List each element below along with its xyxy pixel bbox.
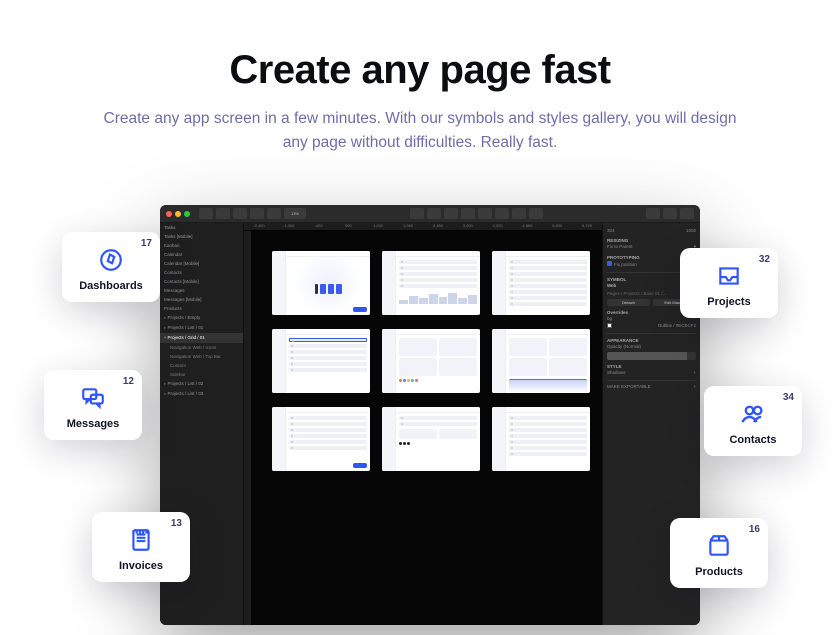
- artboard[interactable]: Projects / List / 01: [382, 251, 480, 315]
- symbol-name[interactable]: Web: [607, 283, 616, 289]
- layer-item[interactable]: Tasks [Mobile]: [160, 232, 243, 241]
- count-badge: 17: [141, 238, 152, 249]
- layer-item[interactable]: Messages: [160, 286, 243, 295]
- fix-position-label: Fix position: [614, 262, 637, 267]
- invoice-icon: [127, 526, 155, 554]
- artboard[interactable]: Projects / Details / Files: [492, 251, 590, 315]
- artboard[interactable]: Projects / Grid / 01: [382, 329, 480, 393]
- layer-item[interactable]: Messages [Mobile]: [160, 295, 243, 304]
- toolbar-button[interactable]: [512, 208, 526, 219]
- section-export[interactable]: MAKE EXPORTABLE: [607, 384, 651, 389]
- play-icon[interactable]: [646, 208, 660, 219]
- symbol-path: Pages / Projects / Base 01 /...: [607, 291, 666, 296]
- cloud-icon[interactable]: [663, 208, 677, 219]
- card-label: Projects: [690, 296, 768, 308]
- users-icon: [739, 400, 767, 428]
- dim-w: 1002: [686, 228, 696, 233]
- card-label: Contacts: [714, 434, 792, 446]
- layer-group[interactable]: Projects / List / 02: [160, 379, 243, 389]
- layer-item[interactable]: Calendar: [160, 250, 243, 259]
- add-icon[interactable]: +: [693, 384, 696, 389]
- toolbar-button[interactable]: [444, 208, 458, 219]
- layer-group[interactable]: Projects / List / 01: [160, 323, 243, 333]
- opacity-slider[interactable]: [607, 352, 696, 360]
- override-value[interactable]: Outline / #ECECF2: [658, 323, 696, 328]
- dim-x: 324: [607, 228, 615, 233]
- toolbar-button[interactable]: [250, 208, 264, 219]
- share-icon[interactable]: [680, 208, 694, 219]
- editor-canvas[interactable]: -2,400-1,400 -420500 1,0401,960 2,4803,4…: [244, 223, 602, 625]
- card-label: Products: [680, 566, 758, 578]
- add-icon[interactable]: +: [693, 370, 696, 375]
- layer-item[interactable]: Contacts [Mobile]: [160, 277, 243, 286]
- artboard[interactable]: Projects / List / 02: [272, 329, 370, 393]
- layer-item[interactable]: Calendar [Mobile]: [160, 259, 243, 268]
- feature-card-dashboards[interactable]: 17 Dashboards: [62, 232, 160, 302]
- feature-card-products[interactable]: 16 Products: [670, 518, 768, 588]
- override-label: bg: [607, 316, 612, 321]
- feature-card-contacts[interactable]: 34 Contacts: [704, 386, 802, 456]
- editor-toolbar: 13%: [160, 205, 700, 223]
- resize-mode[interactable]: Fix to Parent: [607, 244, 633, 250]
- count-badge: 13: [171, 518, 182, 529]
- count-badge: 32: [759, 254, 770, 265]
- artboard[interactable]: Projects / Details / Tasks: [272, 407, 370, 471]
- feature-card-projects[interactable]: 32 Projects: [680, 248, 778, 318]
- toolbar-button[interactable]: [495, 208, 509, 219]
- layer-child[interactable]: Navigation Web / Top Bar: [160, 352, 243, 361]
- feature-card-invoices[interactable]: 13 Invoices: [92, 512, 190, 582]
- ruler-horizontal: -2,400-1,400 -420500 1,0401,960 2,4803,4…: [244, 223, 602, 231]
- checkbox-icon[interactable]: [607, 261, 612, 266]
- toolbar-button[interactable]: [478, 208, 492, 219]
- feature-card-messages[interactable]: 12 Messages: [44, 370, 142, 440]
- layer-child[interactable]: Sidebar: [160, 370, 243, 379]
- count-badge: 12: [123, 376, 134, 387]
- toolbar-button[interactable]: [233, 208, 247, 219]
- page-subtitle: Create any app screen in a few minutes. …: [100, 107, 740, 155]
- count-badge: 34: [783, 392, 794, 403]
- layer-item[interactable]: Contacts: [160, 268, 243, 277]
- ruler-vertical: [244, 231, 252, 625]
- artboard[interactable]: Projects / Grid / 02: [492, 329, 590, 393]
- artboard[interactable]: Projects / Empty: [272, 251, 370, 315]
- toolbar-button[interactable]: [216, 208, 230, 219]
- zoom-indicator[interactable]: 13%: [284, 208, 306, 219]
- card-label: Dashboards: [72, 280, 150, 292]
- toolbar-button[interactable]: [410, 208, 424, 219]
- close-icon[interactable]: [166, 211, 172, 217]
- maximize-icon[interactable]: [184, 211, 190, 217]
- layer-item[interactable]: Tasks: [160, 223, 243, 232]
- layer-group[interactable]: Projects / Empty: [160, 313, 243, 323]
- artboard[interactable]: Projects / Details / Details: [382, 407, 480, 471]
- layer-item[interactable]: Products: [160, 304, 243, 313]
- inbox-icon: [715, 262, 743, 290]
- toolbar-button[interactable]: [267, 208, 281, 219]
- artboard[interactable]: Projects / Details / Activity: [492, 407, 590, 471]
- opacity-label: Opacity (Normal): [607, 344, 641, 349]
- window-controls[interactable]: [166, 211, 190, 217]
- detach-button[interactable]: Detach: [607, 299, 650, 306]
- toolbar-button[interactable]: [199, 208, 213, 219]
- layer-group-active[interactable]: Projects / Grid / 01: [160, 333, 243, 343]
- page-title: Create any page fast: [0, 48, 840, 93]
- toolbar-button[interactable]: [461, 208, 475, 219]
- layer-group[interactable]: Projects / List / 03: [160, 389, 243, 399]
- card-label: Messages: [54, 418, 132, 430]
- chat-icon: [79, 384, 107, 412]
- minimize-icon[interactable]: [175, 211, 181, 217]
- design-editor-window: 13% Tasks Tasks [Mobile] Kanban Calendar…: [160, 205, 700, 625]
- layer-child[interactable]: Content: [160, 361, 243, 370]
- toolbar-button[interactable]: [529, 208, 543, 219]
- package-icon: [705, 532, 733, 560]
- shadows-label[interactable]: Shadows: [607, 370, 626, 375]
- card-label: Invoices: [102, 560, 180, 572]
- compass-icon: [97, 246, 125, 274]
- layer-child[interactable]: Navigation Web / Icons: [160, 343, 243, 352]
- swatch-icon[interactable]: [607, 323, 612, 328]
- layer-item[interactable]: Kanban: [160, 241, 243, 250]
- count-badge: 16: [749, 524, 760, 535]
- toolbar-button[interactable]: [427, 208, 441, 219]
